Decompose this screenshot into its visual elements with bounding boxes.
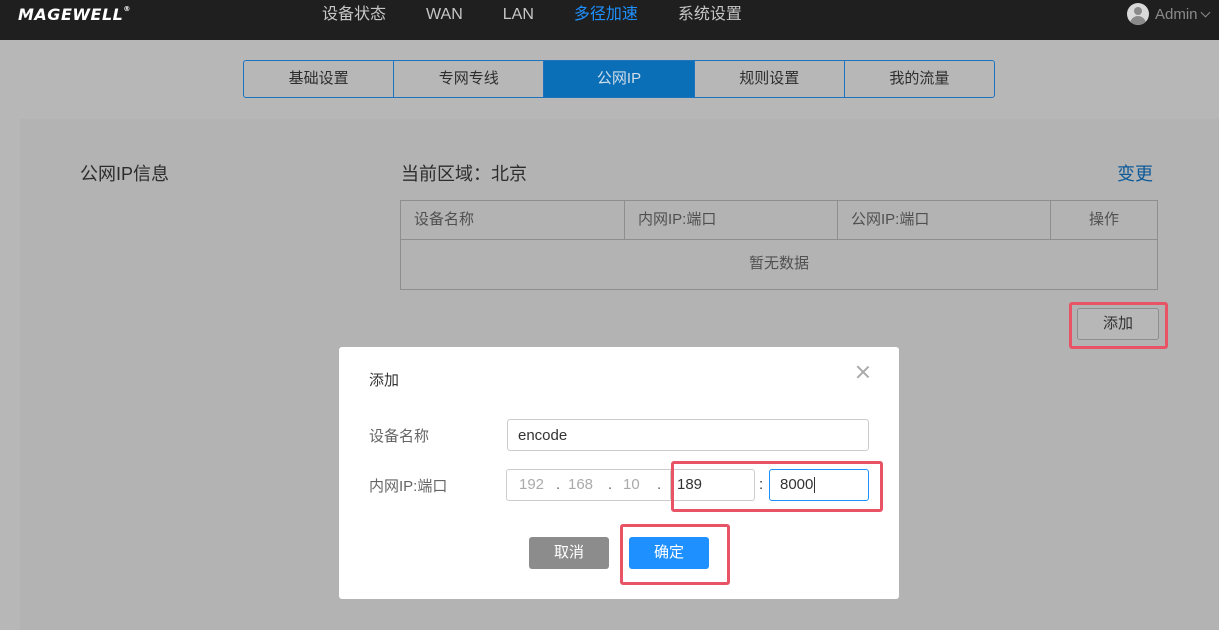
table-header: 设备名称 内网IP:端口 公网IP:端口 操作 — [401, 201, 1157, 240]
device-name-input[interactable] — [507, 419, 869, 451]
ip-segment-2[interactable]: 168 — [568, 470, 593, 500]
section-title: 公网IP信息 — [80, 164, 170, 184]
ip-dot-separator: . — [608, 476, 613, 493]
nav-item-multipath-acceleration[interactable]: 多径加速 — [574, 0, 638, 32]
close-icon[interactable] — [854, 363, 872, 381]
logo-text: MAGEWELL — [18, 5, 124, 24]
internal-ip-port-label: 内网IP:端口 — [369, 478, 448, 495]
column-header-internal-ip-port: 内网IP:端口 — [625, 201, 838, 239]
ip-dot-separator: . — [556, 476, 561, 493]
column-header-public-ip-port: 公网IP:端口 — [838, 201, 1051, 239]
dialog-title: 添加 — [369, 372, 400, 389]
user-menu[interactable]: Admin — [1127, 3, 1210, 25]
avatar-icon — [1127, 3, 1149, 25]
highlight-box-confirm-button — [620, 524, 730, 585]
column-header-device-name: 设备名称 — [401, 201, 625, 239]
main-nav: 设备状态 WAN LAN 多径加速 系统设置 — [322, 0, 782, 32]
chevron-down-icon — [1200, 7, 1210, 17]
nav-item-system-settings[interactable]: 系统设置 — [678, 0, 742, 32]
cancel-button[interactable]: 取消 — [529, 537, 609, 569]
sub-tab-bar: 基础设置 专网专线 公网IP 规则设置 我的流量 — [243, 60, 995, 98]
logo-registered-mark: ® — [123, 5, 131, 13]
table-empty-text: 暂无数据 — [748, 255, 809, 272]
ip-dot-separator: . — [657, 476, 662, 493]
tab-rule-settings[interactable]: 规则设置 — [695, 61, 845, 97]
tab-public-ip[interactable]: 公网IP — [544, 61, 695, 97]
tab-my-traffic[interactable]: 我的流量 — [845, 61, 994, 97]
ip-segment-3[interactable]: 10 — [623, 470, 640, 500]
column-header-actions: 操作 — [1088, 211, 1119, 228]
tab-private-line[interactable]: 专网专线 — [394, 61, 545, 97]
user-name: Admin — [1155, 5, 1198, 23]
tab-basic-settings[interactable]: 基础设置 — [244, 61, 395, 97]
ip-segment-1[interactable]: 192 — [519, 470, 544, 500]
nav-item-wan[interactable]: WAN — [426, 0, 463, 32]
nav-item-device-status[interactable]: 设备状态 — [322, 0, 386, 32]
highlight-box-add-button — [1069, 302, 1168, 349]
current-region: 当前区域：北京 — [401, 164, 527, 184]
change-region-link[interactable]: 变更 — [1117, 160, 1153, 186]
nav-item-lan[interactable]: LAN — [503, 0, 534, 32]
public-ip-table: 设备名称 内网IP:端口 公网IP:端口 操作 暂无数据 — [400, 200, 1158, 290]
magewell-logo[interactable]: MAGEWELL® — [18, 5, 131, 24]
highlight-box-ip-port — [671, 461, 883, 512]
device-name-label: 设备名称 — [369, 428, 430, 445]
top-navigation-bar: MAGEWELL® 设备状态 WAN LAN 多径加速 系统设置 Admin — [0, 0, 1219, 40]
